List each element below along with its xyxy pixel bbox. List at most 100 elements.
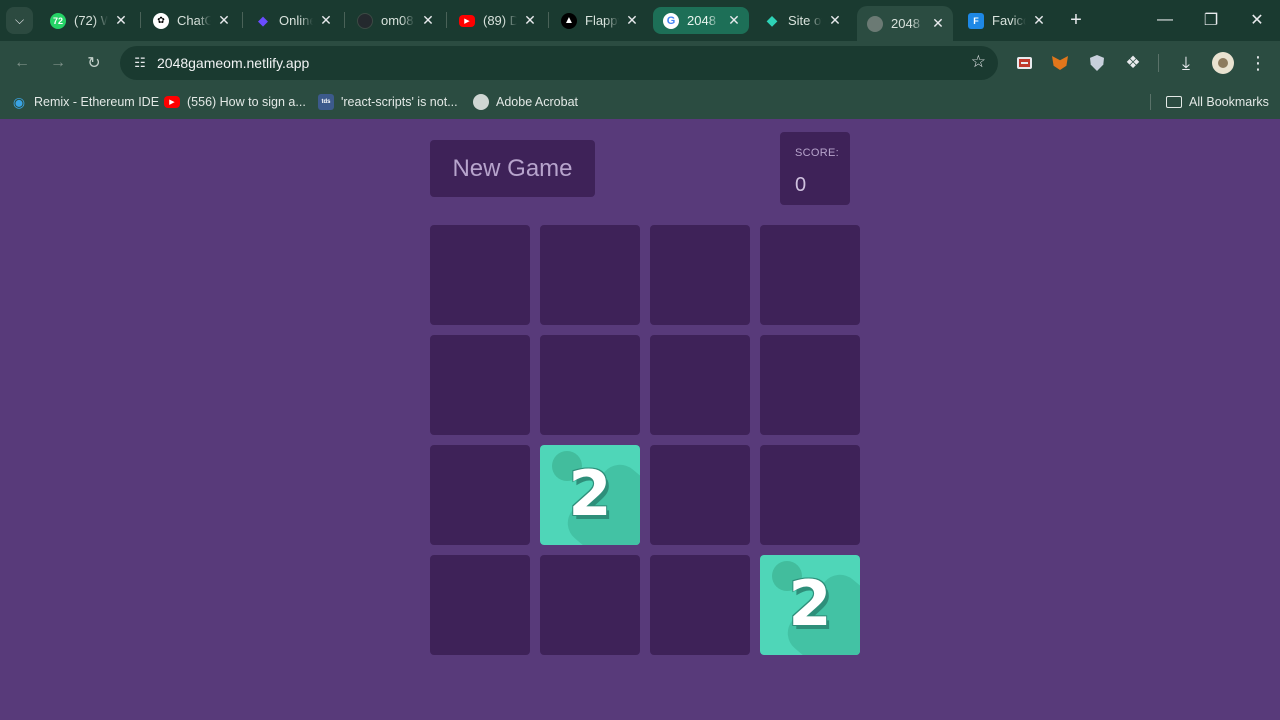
- tab-4[interactable]: ▶ (89) DSA ✕: [449, 7, 545, 34]
- close-icon[interactable]: ✕: [421, 12, 435, 29]
- reload-button[interactable]: ↻: [80, 49, 108, 77]
- close-icon[interactable]: ✕: [1032, 12, 1046, 29]
- board-cell: [760, 225, 860, 325]
- tab-9[interactable]: F Favicon ✕: [958, 7, 1054, 34]
- tab-0[interactable]: 72 (72) WhatsApp ✕: [40, 7, 136, 34]
- minimize-button[interactable]: —: [1142, 0, 1188, 40]
- tab-title: ChatGPT: [177, 13, 211, 28]
- tab-title: Favicon: [992, 13, 1026, 28]
- board-cell: [760, 335, 860, 435]
- tab-title: Flappy: [585, 13, 619, 28]
- tab-2[interactable]: ◆ Online ✕: [245, 7, 341, 34]
- netlify-icon: ◆: [766, 12, 778, 28]
- tab-title: om08: [381, 13, 414, 28]
- metamask-icon[interactable]: [1050, 53, 1070, 73]
- bookmark-label: Adobe Acrobat: [496, 95, 579, 109]
- tab-title: (72) WhatsApp: [74, 13, 108, 28]
- tab-separator: [344, 12, 345, 28]
- game-page: New Game SCORE: 0 2 2: [0, 119, 1280, 720]
- favicon-icon: F: [968, 12, 984, 29]
- address-bar[interactable]: ☷ 2048gameom.netlify.app ☆: [120, 46, 998, 80]
- star-icon[interactable]: ☆: [971, 52, 986, 72]
- cast-icon[interactable]: [1014, 53, 1034, 73]
- toolbar-separator: [1158, 54, 1159, 72]
- board-cell: [650, 335, 750, 435]
- bookmark-1[interactable]: ▶ (556) How to sign a...: [164, 92, 306, 112]
- tab-title: 2048: [687, 13, 716, 28]
- close-window-button[interactable]: ✕: [1234, 0, 1280, 40]
- board-cell: [540, 335, 640, 435]
- restore-icon: ❐: [1203, 12, 1219, 29]
- youtube-icon: ▶: [459, 14, 475, 27]
- close-icon[interactable]: ✕: [828, 12, 842, 29]
- chatgpt-icon: ✿: [153, 12, 169, 29]
- site-info-icon[interactable]: ☷: [128, 51, 152, 75]
- board-cell: [650, 555, 750, 655]
- close-icon[interactable]: ✕: [727, 12, 741, 29]
- bookmark-0[interactable]: ◉ Remix - Ethereum IDE: [11, 92, 159, 112]
- google-icon: G: [663, 12, 679, 29]
- score-box: SCORE: 0: [780, 132, 850, 205]
- close-icon[interactable]: ✕: [217, 12, 231, 29]
- tab-6[interactable]: G 2048 ✕: [653, 7, 749, 34]
- youtube-icon: ▶: [164, 96, 180, 108]
- tab-7[interactable]: ◆ Site overview ✕: [754, 7, 850, 34]
- board-cell: [760, 445, 860, 545]
- whatsapp-icon: 72: [50, 12, 66, 29]
- close-icon[interactable]: ✕: [931, 15, 945, 32]
- tab-separator: [446, 12, 447, 28]
- close-icon[interactable]: ✕: [114, 12, 128, 29]
- remix-icon: ◉: [12, 93, 26, 110]
- tab-3[interactable]: om08 ✕: [347, 7, 443, 34]
- back-button[interactable]: ←: [8, 49, 36, 77]
- all-bookmarks-label: All Bookmarks: [1189, 95, 1269, 109]
- tab-1[interactable]: ✿ ChatGPT ✕: [143, 7, 239, 34]
- bookmark-3[interactable]: Adobe Acrobat: [473, 92, 578, 112]
- board-cell: [430, 555, 530, 655]
- new-tab-button[interactable]: +: [1064, 7, 1088, 34]
- tds-icon: tds: [318, 94, 334, 110]
- tile-value: 2: [788, 567, 832, 640]
- arrow-right-icon: →: [50, 54, 66, 71]
- close-icon[interactable]: ✕: [319, 12, 333, 29]
- tile-value: 2: [568, 457, 612, 530]
- more-menu-icon[interactable]: ⋮: [1248, 53, 1268, 73]
- github-icon: [357, 12, 373, 29]
- score-label: SCORE:: [795, 147, 839, 159]
- bookmarks-separator: [1150, 94, 1151, 110]
- tab-title: Site overview: [788, 13, 822, 28]
- close-icon[interactable]: ✕: [523, 12, 537, 29]
- board-cell: [540, 555, 640, 655]
- score-value: 0: [795, 174, 807, 196]
- chevron-down-icon: ⌵: [14, 13, 25, 27]
- board-cell: [430, 225, 530, 325]
- reload-icon: ↻: [87, 55, 101, 72]
- tab-8[interactable]: 2048 ✕: [857, 6, 953, 41]
- shield-icon[interactable]: [1087, 53, 1107, 73]
- tab-separator: [140, 12, 141, 28]
- board-cell: [650, 225, 750, 325]
- new-game-button[interactable]: New Game: [430, 140, 595, 197]
- bookmark-2[interactable]: tds 'react-scripts' is not...: [318, 92, 458, 112]
- tab-separator: [548, 12, 549, 28]
- tab-5[interactable]: ▲ Flappy ✕: [551, 7, 647, 34]
- download-icon[interactable]: ⤓: [1176, 53, 1196, 73]
- folder-icon: [1166, 96, 1182, 108]
- tab-title: Online: [279, 13, 313, 28]
- tab-search-button[interactable]: ⌵: [6, 7, 33, 34]
- tab-title: 2048: [891, 16, 920, 31]
- flappy-icon: ▲: [561, 12, 577, 29]
- board-cell: [650, 445, 750, 545]
- forward-button[interactable]: →: [44, 49, 72, 77]
- tab-title: (89) DSA: [483, 13, 517, 28]
- board-cell: [430, 445, 530, 545]
- close-icon[interactable]: ✕: [625, 12, 639, 29]
- extensions-icon[interactable]: ❖: [1123, 53, 1143, 73]
- globe-icon: [867, 15, 883, 32]
- browser-toolbar: ← → ↻ ☷ 2048gameom.netlify.app ☆ ❖ ⤓ ⋮: [0, 41, 1280, 85]
- all-bookmarks-button[interactable]: All Bookmarks: [1166, 92, 1269, 112]
- tile-2: 2: [540, 445, 640, 545]
- restore-button[interactable]: ❐: [1188, 0, 1234, 40]
- avatar[interactable]: [1212, 52, 1234, 74]
- board-cell: [430, 335, 530, 435]
